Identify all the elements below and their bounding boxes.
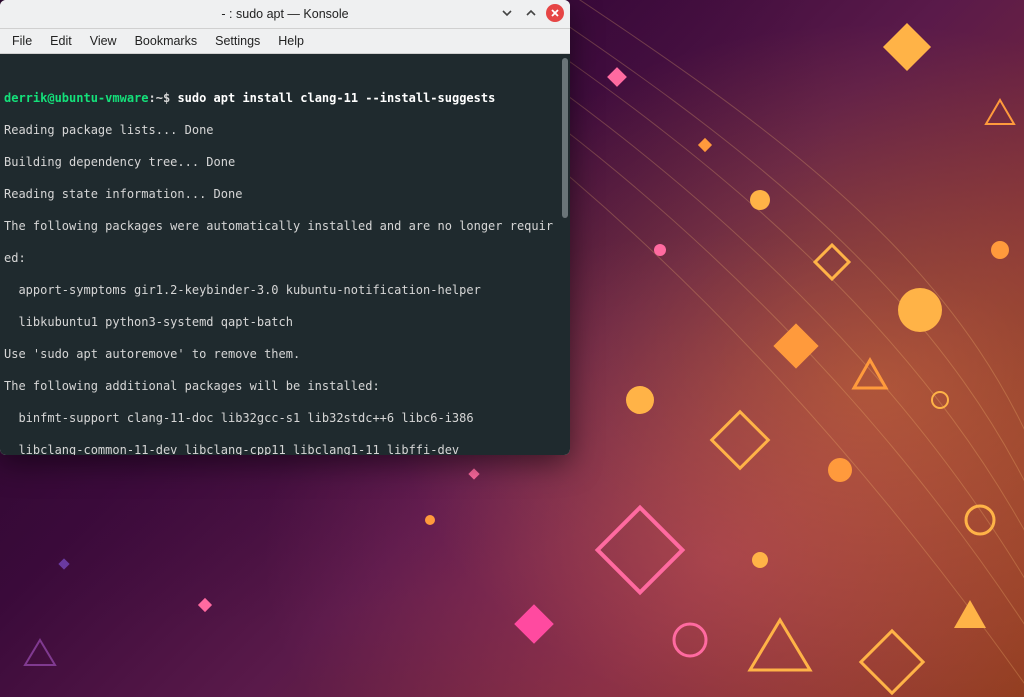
terminal-output-line: apport-symptoms gir1.2-keybinder-3.0 kub…: [4, 282, 564, 298]
terminal-output-line: Use 'sudo apt autoremove' to remove them…: [4, 346, 564, 362]
menu-edit[interactable]: Edit: [50, 34, 72, 48]
terminal-output-line: libkubuntu1 python3-systemd qapt-batch: [4, 314, 564, 330]
terminal-output-line: Building dependency tree... Done: [4, 154, 564, 170]
terminal-output-line: binfmt-support clang-11-doc lib32gcc-s1 …: [4, 410, 564, 426]
prompt-command: sudo apt install clang-11 --install-sugg…: [177, 91, 495, 105]
window-title: - : sudo apt — Konsole: [221, 7, 348, 21]
terminal-scrollbar[interactable]: [562, 58, 568, 218]
konsole-window: - : sudo apt — Konsole File Edit View Bo…: [0, 0, 570, 455]
menu-view[interactable]: View: [90, 34, 117, 48]
menu-settings[interactable]: Settings: [215, 34, 260, 48]
prompt-path: ~: [156, 91, 163, 105]
minimize-button[interactable]: [498, 4, 516, 22]
terminal-area[interactable]: derrik@ubuntu-vmware:~$ sudo apt install…: [0, 54, 570, 455]
maximize-button[interactable]: [522, 4, 540, 22]
terminal-output-line: The following packages were automaticall…: [4, 218, 564, 234]
titlebar[interactable]: - : sudo apt — Konsole: [0, 0, 570, 29]
prompt-line: derrik@ubuntu-vmware:~$ sudo apt install…: [4, 90, 564, 106]
prompt-sep: :: [149, 91, 156, 105]
close-button[interactable]: [546, 4, 564, 22]
terminal-output-line: Reading package lists... Done: [4, 122, 564, 138]
prompt-user-host: derrik@ubuntu-vmware: [4, 91, 149, 105]
terminal-output-line: libclang-common-11-dev libclang-cpp11 li…: [4, 442, 564, 455]
terminal-output-line: Reading state information... Done: [4, 186, 564, 202]
menu-file[interactable]: File: [12, 34, 32, 48]
chevron-down-icon: [501, 7, 513, 19]
close-icon: [550, 8, 560, 18]
terminal-output-line: The following additional packages will b…: [4, 378, 564, 394]
menu-bookmarks[interactable]: Bookmarks: [135, 34, 198, 48]
window-controls: [498, 4, 564, 22]
chevron-up-icon: [525, 7, 537, 19]
terminal-output-line: ed:: [4, 250, 564, 266]
menu-help[interactable]: Help: [278, 34, 304, 48]
prompt-dollar: $: [163, 91, 170, 105]
menubar: File Edit View Bookmarks Settings Help: [0, 29, 570, 54]
